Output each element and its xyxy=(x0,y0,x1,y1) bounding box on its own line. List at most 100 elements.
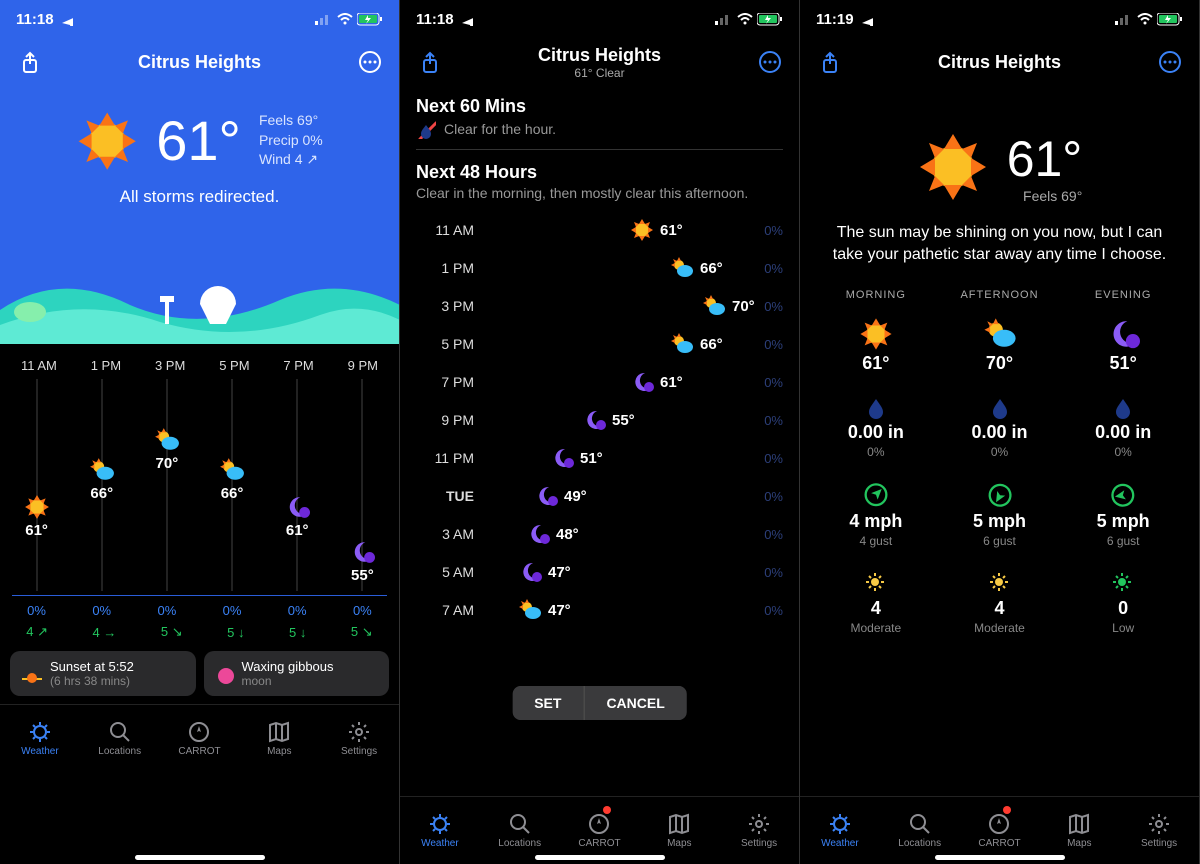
forecast-row[interactable]: 9 PM55°0% xyxy=(416,401,783,439)
tab-label: Locations xyxy=(98,746,141,757)
forecast-row[interactable]: 5 AM47°0% xyxy=(416,553,783,591)
period-uvlabel: Moderate xyxy=(974,621,1025,635)
tab-carrot[interactable]: CARROT xyxy=(160,705,240,772)
tab-weather[interactable]: Weather xyxy=(0,705,80,772)
period-col[interactable]: AFTERNOON 70° 0.00 in0% 5 mph6 gust 4Mod… xyxy=(938,289,1062,649)
share-button[interactable] xyxy=(414,47,444,77)
row-time: TUE xyxy=(416,488,474,504)
period-gust: 6 gust xyxy=(1107,534,1140,548)
forecast-row[interactable]: 1 PM66°0% xyxy=(416,249,783,287)
tab-settings[interactable]: Settings xyxy=(319,705,399,772)
tab-locations[interactable]: Locations xyxy=(480,797,560,864)
partly-icon xyxy=(154,427,180,453)
forecast-row[interactable]: 11 PM51°0% xyxy=(416,439,783,477)
sun-icon xyxy=(24,494,50,520)
hour-label: 7 PM xyxy=(283,358,313,373)
search-icon xyxy=(508,812,532,836)
location-subtitle: 61° Clear xyxy=(444,66,755,80)
hour-label: 1 PM xyxy=(91,358,121,373)
sun-icon xyxy=(630,218,654,242)
search-icon xyxy=(108,720,132,744)
tab-label: Settings xyxy=(341,746,377,757)
periods-body[interactable]: 61° Feels 69° The sun may be shining on … xyxy=(800,86,1199,796)
period-col[interactable]: EVENING 51° 0.00 in0% 5 mph6 gust 0Low xyxy=(1061,289,1185,649)
sunset-pill[interactable]: Sunset at 5:52(6 hrs 38 mins) xyxy=(10,651,196,696)
status-right xyxy=(1115,13,1183,26)
moon-icon xyxy=(284,494,310,520)
cancel-button[interactable]: CANCEL xyxy=(584,686,686,720)
tab-locations[interactable]: Locations xyxy=(880,797,960,864)
tab-carrot[interactable]: CARROT xyxy=(960,797,1040,864)
tab-settings[interactable]: Settings xyxy=(1119,797,1199,864)
row-precip: 0% xyxy=(751,565,783,580)
sun-icon xyxy=(859,317,893,351)
tab-settings[interactable]: Settings xyxy=(719,797,799,864)
sunset-icon xyxy=(20,663,42,685)
hour-col[interactable]: 55° xyxy=(335,379,389,591)
row-time: 9 PM xyxy=(416,412,474,428)
row-time: 7 PM xyxy=(416,374,474,390)
forecast-row[interactable]: 3 AM48°0% xyxy=(416,515,783,553)
hour-col[interactable]: 61° xyxy=(10,379,64,591)
period-temp: 51° xyxy=(1110,353,1137,374)
tab-carrot[interactable]: CARROT xyxy=(560,797,640,864)
row-time: 11 AM xyxy=(416,222,474,238)
tab-maps[interactable]: Maps xyxy=(239,705,319,772)
home-indicator[interactable] xyxy=(135,855,265,860)
period-rain: 0.00 in xyxy=(848,422,904,443)
forecast-row[interactable]: 7 PM61°0% xyxy=(416,363,783,401)
tab-locations[interactable]: Locations xyxy=(80,705,160,772)
tab-weather[interactable]: Weather xyxy=(400,797,480,864)
set-button[interactable]: SET xyxy=(512,686,583,720)
battery-icon xyxy=(357,13,383,26)
tab-maps[interactable]: Maps xyxy=(639,797,719,864)
more-button[interactable] xyxy=(355,47,385,77)
row-temp: 70° xyxy=(732,298,755,315)
hour-precip: 0% xyxy=(92,603,111,618)
home-indicator[interactable] xyxy=(935,855,1065,860)
row-precip: 0% xyxy=(751,489,783,504)
more-button[interactable] xyxy=(755,47,785,77)
share-button[interactable] xyxy=(814,47,844,77)
tab-label: Settings xyxy=(741,838,777,849)
more-button[interactable] xyxy=(1155,47,1185,77)
period-col[interactable]: MORNING 61° 0.00 in0% 4 mph4 gust 4Moder… xyxy=(814,289,938,649)
share-button[interactable] xyxy=(14,47,44,77)
tab-weather[interactable]: Weather xyxy=(800,797,880,864)
row-time: 1 PM xyxy=(416,260,474,276)
period-label: EVENING xyxy=(1095,289,1152,301)
gibbous-moon-icon xyxy=(214,664,234,684)
next60-sub: Clear for the hour. xyxy=(416,119,783,139)
hour-col[interactable]: 66° xyxy=(75,379,129,591)
no-precip-icon xyxy=(416,119,436,139)
hour-wind: 5 ↓ xyxy=(227,624,244,640)
hourly-section[interactable]: 11 AM1 PM3 PM5 PM7 PM9 PM 61°66°70°66°61… xyxy=(0,344,399,643)
nav-header: Citrus Heights xyxy=(0,38,399,86)
home-indicator[interactable] xyxy=(535,855,665,860)
forecast-row[interactable]: 7 AM47°0% xyxy=(416,591,783,629)
period-uvlabel: Moderate xyxy=(850,621,901,635)
forecast-row[interactable]: TUE49°0% xyxy=(416,477,783,515)
weather-icon xyxy=(28,720,52,744)
tab-label: Weather xyxy=(821,838,859,849)
status-bar: 11:18 xyxy=(400,0,799,38)
row-precip: 0% xyxy=(751,299,783,314)
hour-col[interactable]: 66° xyxy=(205,379,259,591)
period-temp: 70° xyxy=(986,353,1013,374)
tab-maps[interactable]: Maps xyxy=(1039,797,1119,864)
hour-col[interactable]: 61° xyxy=(270,379,324,591)
moon-pill[interactable]: Waxing gibbousmoon xyxy=(204,651,390,696)
hour-col[interactable]: 70° xyxy=(140,379,194,591)
row-temp: 55° xyxy=(612,412,635,429)
forecast-row[interactable]: 5 PM66°0% xyxy=(416,325,783,363)
location-title: Citrus Heights xyxy=(444,45,755,66)
tab-label: Settings xyxy=(1141,838,1177,849)
hour-temp: 70° xyxy=(156,455,179,472)
location-title: Citrus Heights xyxy=(844,52,1155,73)
forecast-row[interactable]: 11 AM61°0% xyxy=(416,211,783,249)
row-precip: 0% xyxy=(751,223,783,238)
row-temp: 61° xyxy=(660,374,683,391)
tab-bar: WeatherLocationsCARROTMaps Settings xyxy=(400,796,799,864)
forecast-body[interactable]: Next 60 Mins Clear for the hour. Next 48… xyxy=(400,86,799,796)
forecast-row[interactable]: 3 PM70°0% xyxy=(416,287,783,325)
